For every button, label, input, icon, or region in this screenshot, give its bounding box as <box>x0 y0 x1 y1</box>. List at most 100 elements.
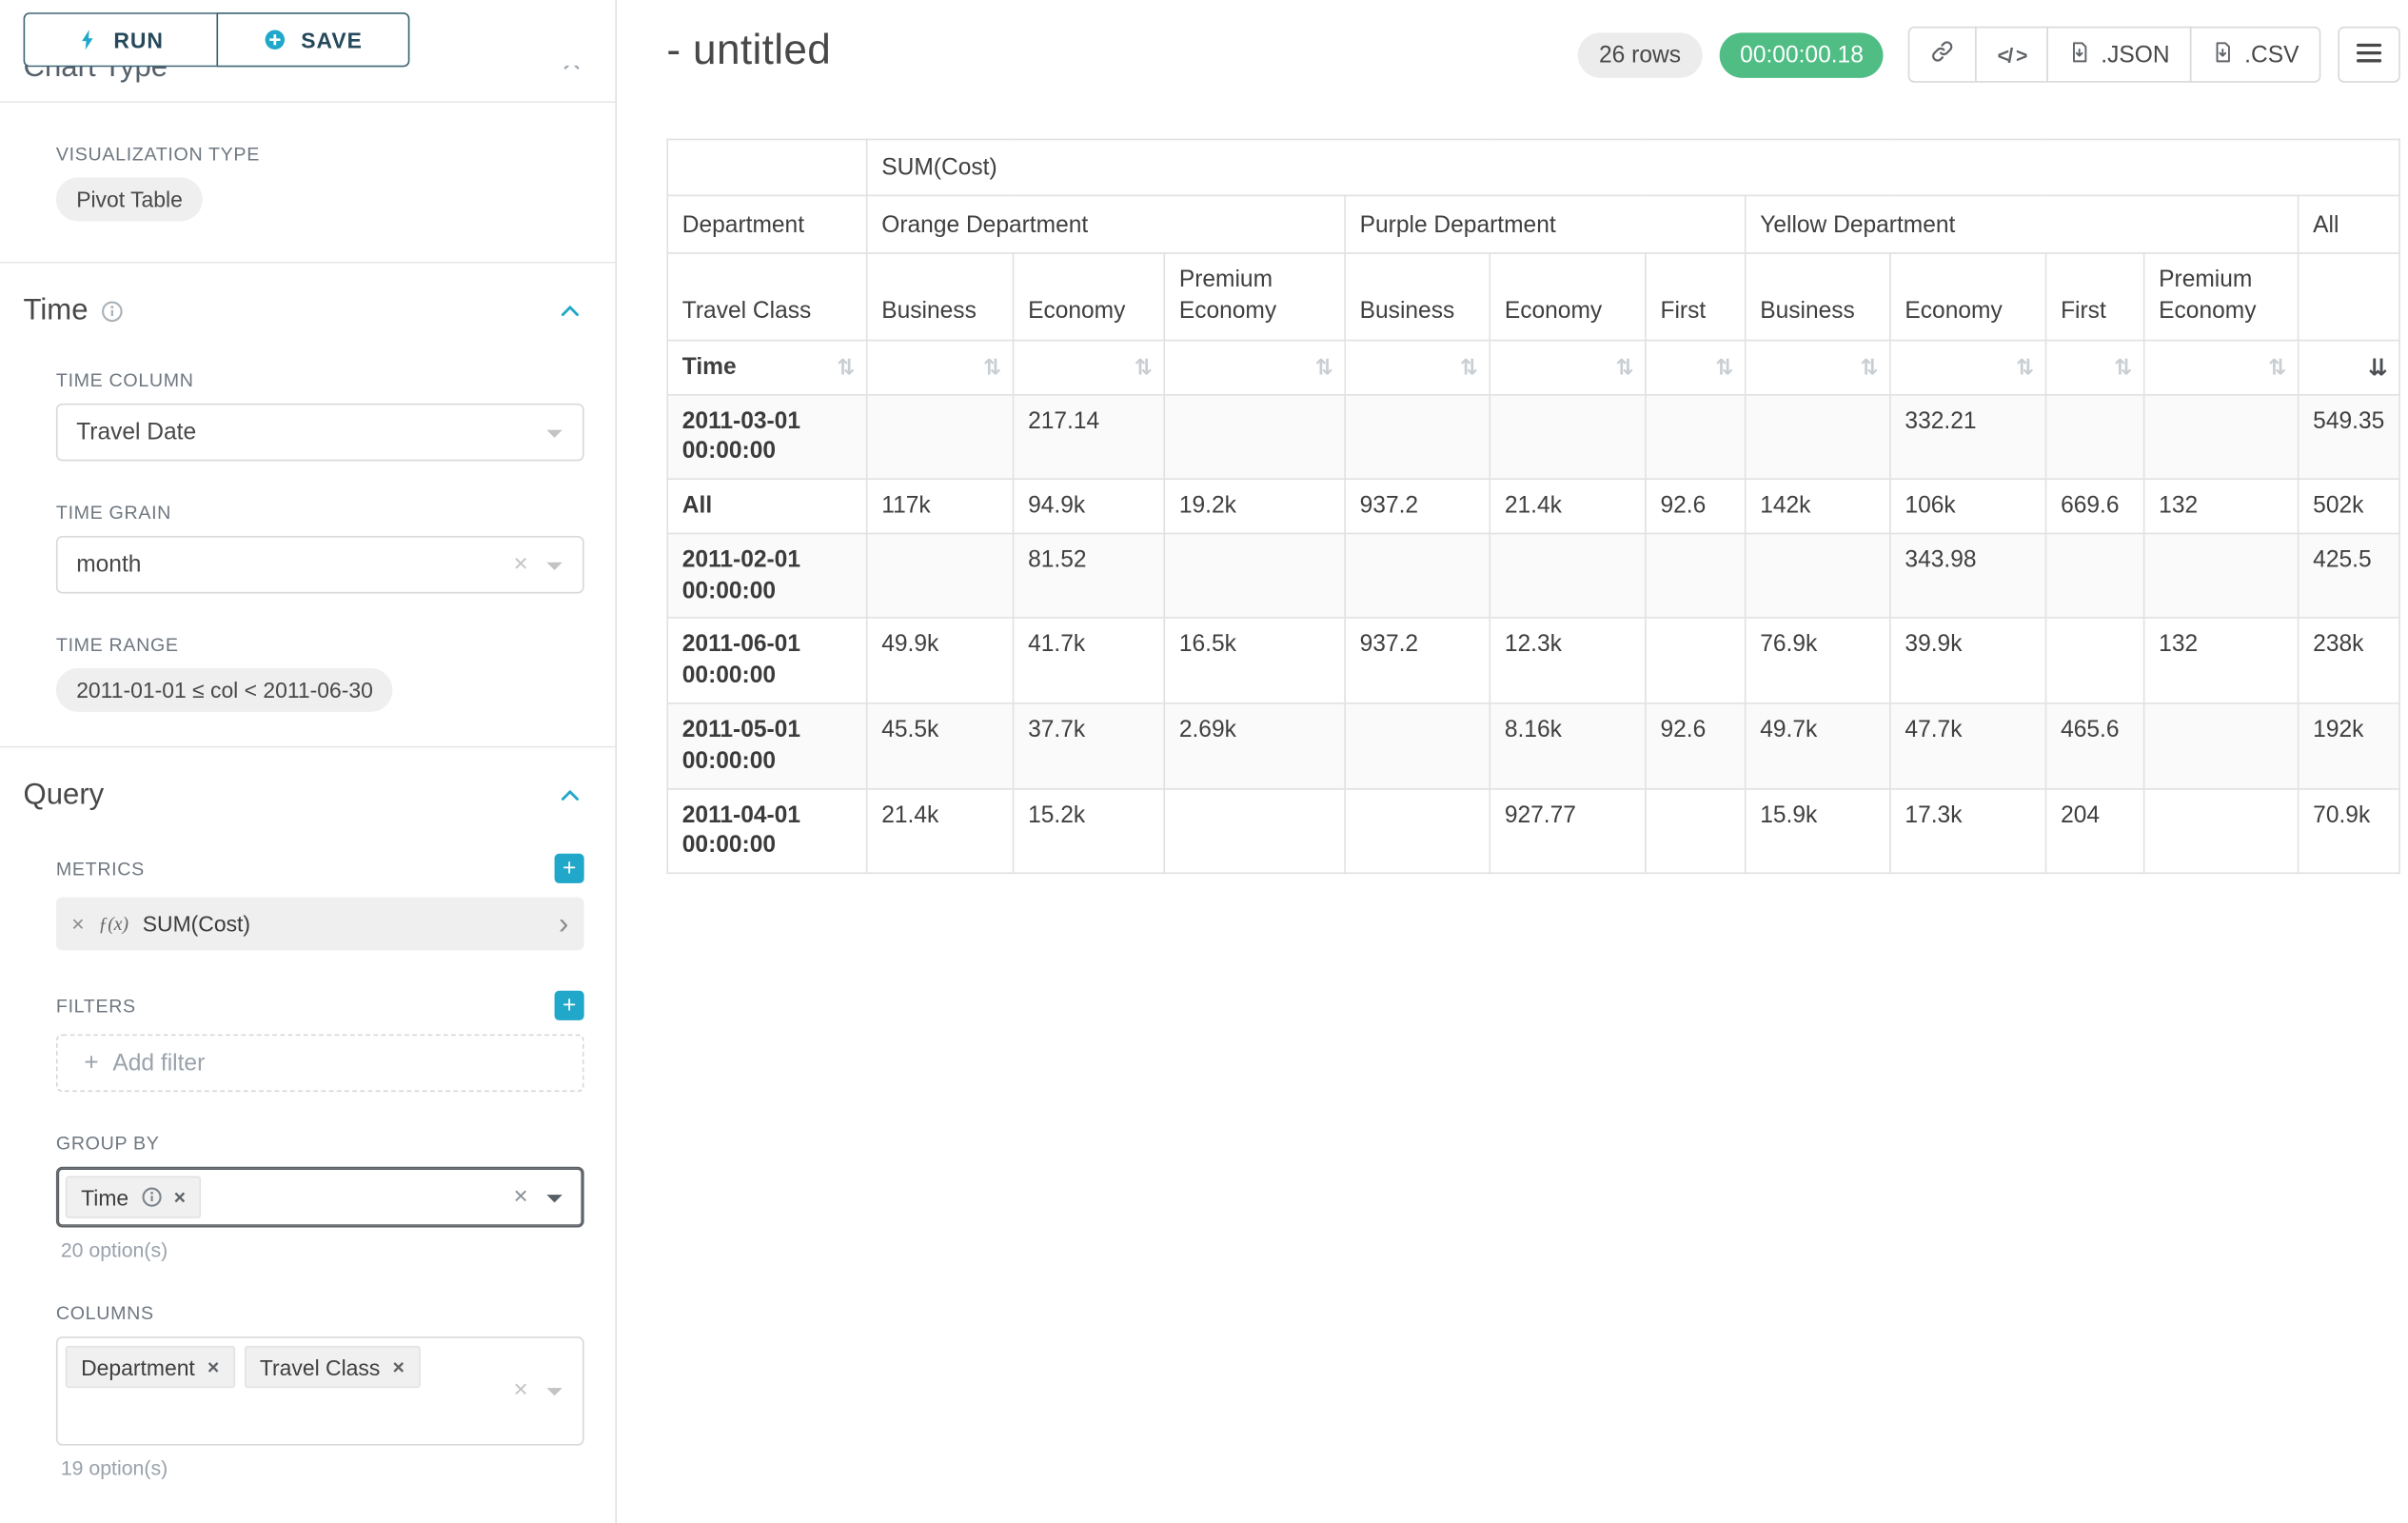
pivot-data-row: All117k94.9k19.2k937.221.4k92.6142k106k6… <box>667 479 2399 533</box>
sort-icon[interactable]: ⇅ <box>1460 353 1478 380</box>
chip-remove-icon[interactable]: × <box>392 1355 404 1379</box>
sort-icon[interactable]: ⇅ <box>983 353 1001 380</box>
pivot-value-cell <box>1490 533 1646 618</box>
caret-down-icon[interactable] <box>546 1388 562 1395</box>
pivot-value-cell: 549.35 <box>2299 394 2399 479</box>
query-section-title: Query <box>24 779 105 813</box>
time-column-value: Travel Date <box>76 419 196 445</box>
sort-icon[interactable]: ⇅ <box>837 353 855 380</box>
pivot-data-row: 2011-02-01 00:00:0081.52343.98425.5 <box>667 533 2399 618</box>
time-section-header[interactable]: Time <box>24 294 582 328</box>
export-json-button[interactable]: .JSON <box>2046 27 2191 83</box>
caret-down-icon[interactable] <box>546 1194 562 1201</box>
pivot-value-cell: 92.6 <box>1646 479 1746 533</box>
time-grain-label: TIME GRAIN <box>56 502 582 524</box>
pivot-value-cell: 76.9k <box>1746 619 1890 703</box>
group-by-values: Time× <box>66 1177 202 1218</box>
pivot-col-header: Business <box>1345 253 1490 340</box>
group-by-select[interactable]: Time× × <box>56 1167 584 1228</box>
pivot-group-header: Orange Department <box>867 195 1345 253</box>
export-csv-button[interactable]: .CSV <box>2190 27 2320 83</box>
export-json-label: .JSON <box>2101 41 2169 68</box>
pivot-value-cell <box>2046 394 2144 479</box>
pivot-value-cell: 669.6 <box>2046 479 2144 533</box>
sort-icon[interactable]: ⇅ <box>1615 353 1633 380</box>
chart-title: - untitled <box>666 22 831 78</box>
pivot-value-cell <box>1646 619 1746 703</box>
time-range-chip[interactable]: 2011-01-01 ≤ col < 2011-06-30 <box>56 668 393 712</box>
sort-desc-icon[interactable]: ⇊ <box>2368 353 2388 381</box>
chip-remove-icon[interactable]: × <box>207 1355 219 1379</box>
save-button[interactable]: SAVE <box>216 12 409 67</box>
add-filter-label: Add filter <box>112 1050 205 1077</box>
time-column-select[interactable]: Travel Date <box>56 404 584 462</box>
collapse-chevron-icon[interactable] <box>558 299 582 324</box>
pivot-value-cell <box>1646 788 1746 873</box>
pivot-data-row: 2011-04-01 00:00:0021.4k15.2k927.7715.9k… <box>667 788 2399 873</box>
pivot-value-cell <box>1164 394 1345 479</box>
pivot-value-cell: 132 <box>2144 479 2299 533</box>
pivot-value-cell: 927.77 <box>1490 788 1646 873</box>
pivot-table-container: SUM(Cost)DepartmentOrange DepartmentPurp… <box>666 139 2399 875</box>
sort-icon[interactable]: ⇅ <box>1135 353 1153 380</box>
query-section-header[interactable]: Query <box>24 779 582 813</box>
remove-metric-icon[interactable]: × <box>71 911 84 936</box>
lightning-icon <box>78 28 100 51</box>
pivot-sort-cell: ⇅ <box>1345 340 1490 394</box>
pivot-col-axis-label: Department <box>667 195 866 253</box>
add-filter-plus-button[interactable]: + <box>555 991 584 1020</box>
pivot-value-cell: 70.9k <box>2299 788 2399 873</box>
pivot-value-cell: 132 <box>2144 619 2299 703</box>
sort-icon[interactable]: ⇅ <box>2016 353 2034 380</box>
time-range-label: TIME RANGE <box>56 634 582 656</box>
link-icon <box>1930 39 1955 70</box>
pivot-value-cell <box>1490 394 1646 479</box>
chevron-right-icon[interactable]: › <box>559 909 568 939</box>
pivot-sort-cell: ⇅ <box>1014 340 1165 394</box>
pivot-value-cell <box>2144 788 2299 873</box>
pivot-value-cell: 39.9k <box>1890 619 2046 703</box>
pivot-value-cell <box>1164 533 1345 618</box>
sort-icon[interactable]: ⇅ <box>2268 353 2286 380</box>
viz-type-chip[interactable]: Pivot Table <box>56 178 203 222</box>
columns-options-count: 19 option(s) <box>61 1456 582 1480</box>
pivot-value-cell: 937.2 <box>1345 619 1490 703</box>
pivot-row-header: 2011-03-01 00:00:00 <box>667 394 866 479</box>
metric-chip[interactable]: × ƒ(x) SUM(Cost) › <box>56 898 584 951</box>
chip-remove-icon[interactable]: × <box>174 1185 186 1209</box>
pivot-value-cell <box>867 394 1014 479</box>
sort-icon[interactable]: ⇅ <box>2114 353 2132 380</box>
menu-button[interactable] <box>2338 27 2399 83</box>
clear-icon[interactable]: × <box>513 1378 527 1403</box>
pivot-value-cell: 47.7k <box>1890 703 2046 788</box>
sort-icon[interactable]: ⇅ <box>1860 353 1878 380</box>
select-value-chip[interactable]: Time× <box>66 1177 202 1218</box>
pivot-value-cell: 92.6 <box>1646 703 1746 788</box>
sort-icon[interactable]: ⇅ <box>1715 353 1733 380</box>
clear-icon[interactable]: × <box>513 552 527 577</box>
plus-icon: + <box>563 855 576 881</box>
pivot-value-cell: 21.4k <box>1490 479 1646 533</box>
embed-code-button[interactable]: </ > <box>1976 27 2048 83</box>
copy-link-button[interactable] <box>1908 27 1977 83</box>
collapse-chevron-icon[interactable] <box>558 783 582 808</box>
divider <box>0 262 615 264</box>
pivot-col-header: Economy <box>1014 253 1165 340</box>
pivot-row-header: 2011-06-01 00:00:00 <box>667 619 866 703</box>
add-metric-button[interactable]: + <box>555 854 584 883</box>
sort-icon[interactable]: ⇅ <box>1315 353 1333 380</box>
clear-icon[interactable]: × <box>513 1185 527 1210</box>
select-value-chip[interactable]: Department× <box>66 1346 235 1388</box>
run-button[interactable]: RUN <box>24 12 217 67</box>
caret-down-icon <box>546 562 562 569</box>
add-filter-button[interactable]: + Add filter <box>56 1035 584 1093</box>
metrics-label: METRICS <box>56 858 145 880</box>
pivot-sort-cell: ⇅ <box>2144 340 2299 394</box>
pivot-value-cell: 15.9k <box>1746 788 1890 873</box>
pivot-sort-cell: ⇅ <box>1164 340 1345 394</box>
columns-select[interactable]: Department×Travel Class× × <box>56 1336 584 1446</box>
time-grain-select[interactable]: month × <box>56 536 584 594</box>
pivot-value-cell: 37.7k <box>1014 703 1165 788</box>
pivot-value-cell: 2.69k <box>1164 703 1345 788</box>
select-value-chip[interactable]: Travel Class× <box>245 1346 421 1388</box>
